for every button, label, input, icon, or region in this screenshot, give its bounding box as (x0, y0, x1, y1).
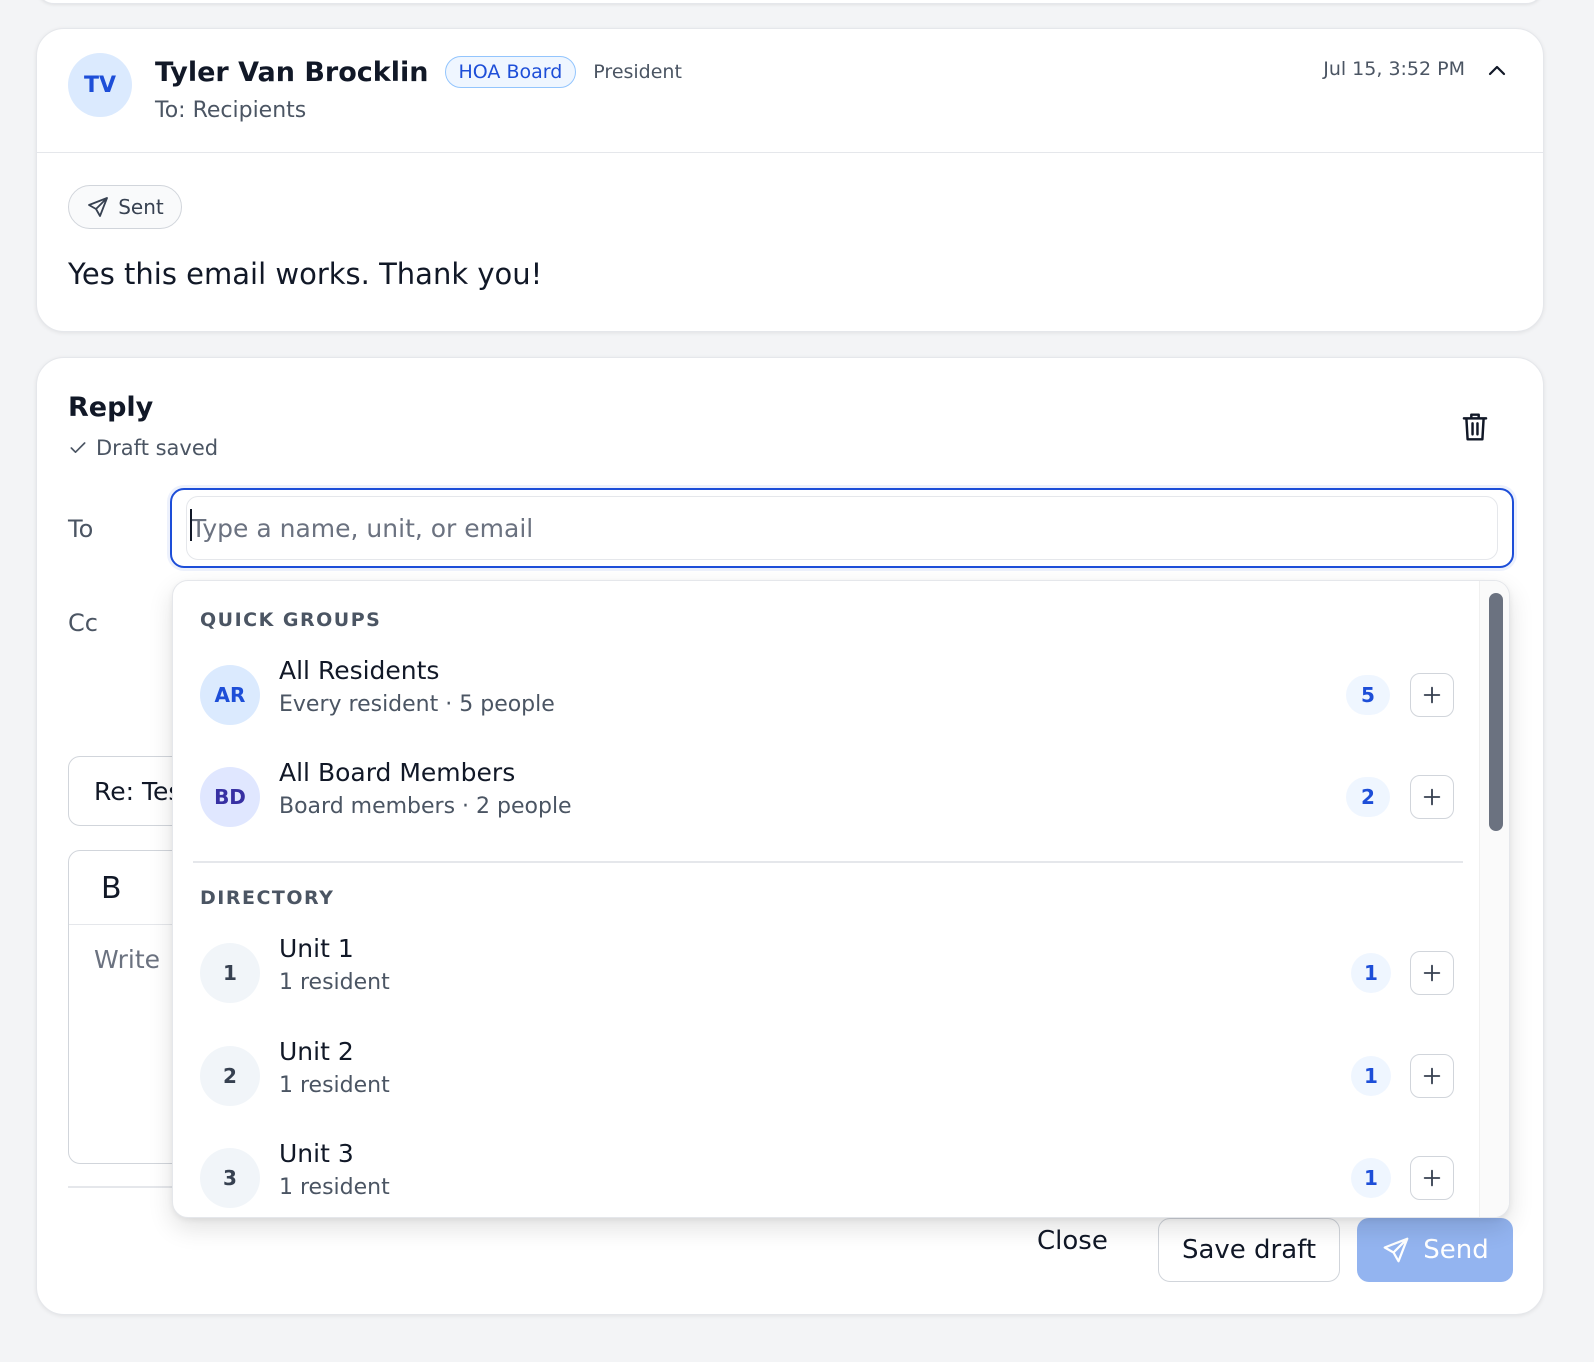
directory-row-unit-2[interactable]: 2 Unit 2 1 resident 1 (173, 1031, 1481, 1121)
discard-draft-button[interactable] (1459, 410, 1491, 444)
add-button[interactable] (1410, 951, 1454, 995)
reply-title: Reply (68, 392, 154, 423)
plus-icon (1423, 1067, 1441, 1085)
plus-icon (1423, 1169, 1441, 1187)
hoa-board-badge: HOA Board (444, 56, 577, 88)
directory-row-unit-3[interactable]: 3 Unit 3 1 resident 1 (173, 1133, 1481, 1217)
group-avatar: AR (200, 665, 260, 725)
group-title: All Board Members (279, 758, 516, 787)
scrollbar-track[interactable] (1479, 581, 1509, 1217)
unit-title: Unit 3 (279, 1139, 354, 1168)
close-button[interactable]: Close (1037, 1226, 1108, 1256)
save-draft-button[interactable]: Save draft (1158, 1218, 1340, 1282)
group-avatar: BD (200, 767, 260, 827)
count-badge: 1 (1351, 1056, 1391, 1096)
to-input[interactable] (186, 496, 1498, 560)
sent-status-label: Sent (118, 195, 164, 219)
unit-title: Unit 2 (279, 1037, 354, 1066)
avatar: TV (68, 53, 132, 117)
count-badge: 5 (1346, 675, 1390, 715)
text-caret (190, 509, 192, 541)
send-icon (1383, 1237, 1409, 1263)
group-subtitle: Board members · 2 people (279, 794, 572, 819)
send-button[interactable]: Send (1357, 1218, 1513, 1282)
to-label: To (68, 515, 94, 543)
sender-role: President (593, 61, 682, 83)
message-header[interactable]: TV Tyler Van Brocklin HOA Board Presiden… (37, 29, 1543, 153)
draft-status: Draft saved (68, 436, 218, 460)
add-button[interactable] (1410, 673, 1454, 717)
check-icon (70, 442, 86, 453)
add-button[interactable] (1410, 1054, 1454, 1098)
group-subtitle: Every resident · 5 people (279, 692, 555, 717)
unit-subtitle: 1 resident (279, 1073, 390, 1098)
unit-subtitle: 1 resident (279, 1175, 390, 1200)
group-title: All Residents (279, 656, 440, 685)
send-label: Send (1423, 1235, 1489, 1265)
collapse-button[interactable] (1483, 57, 1511, 85)
add-button[interactable] (1410, 1156, 1454, 1200)
cc-label: Cc (68, 609, 98, 637)
message-timestamp: Jul 15, 3:52 PM (1323, 58, 1465, 80)
unit-avatar: 3 (200, 1148, 260, 1208)
recipient-suggestions-dropdown: QUICK GROUPS AR All Residents Every resi… (172, 580, 1510, 1218)
quick-group-row-all-residents[interactable]: AR All Residents Every resident · 5 peop… (173, 650, 1481, 740)
sender-name: Tyler Van Brocklin (155, 56, 429, 88)
count-badge: 2 (1346, 777, 1390, 817)
quick-groups-heading: QUICK GROUPS (200, 609, 382, 631)
unit-avatar: 2 (200, 1046, 260, 1106)
add-button[interactable] (1410, 775, 1454, 819)
unit-title: Unit 1 (279, 934, 354, 963)
sent-status-pill: Sent (68, 185, 182, 229)
draft-status-label: Draft saved (96, 436, 219, 460)
plus-icon (1423, 686, 1441, 704)
plus-icon (1423, 964, 1441, 982)
editor-placeholder[interactable]: Write (94, 945, 160, 974)
bold-button[interactable]: B (101, 871, 122, 906)
previous-message-card-edge (36, 0, 1544, 4)
directory-heading: DIRECTORY (200, 887, 335, 909)
section-divider (193, 861, 1463, 863)
to-field-container[interactable] (170, 488, 1514, 568)
plus-icon (1423, 788, 1441, 806)
recipients-line: To: Recipients (155, 98, 307, 123)
message-body: Yes this email works. Thank you! (68, 257, 543, 291)
quick-group-row-all-board-members[interactable]: BD All Board Members Board members · 2 p… (173, 752, 1481, 842)
directory-row-unit-1[interactable]: 1 Unit 1 1 resident 1 (173, 928, 1481, 1018)
chevron-up-icon (1488, 65, 1506, 76)
count-badge: 1 (1351, 1158, 1391, 1198)
send-icon (88, 197, 109, 217)
sender-line: Tyler Van Brocklin HOA Board President (155, 55, 682, 89)
unit-subtitle: 1 resident (279, 970, 390, 995)
trash-icon (1462, 413, 1488, 441)
unit-avatar: 1 (200, 943, 260, 1003)
message-card: TV Tyler Van Brocklin HOA Board Presiden… (36, 28, 1544, 332)
scrollbar-thumb[interactable] (1489, 593, 1503, 831)
count-badge: 1 (1351, 953, 1391, 993)
